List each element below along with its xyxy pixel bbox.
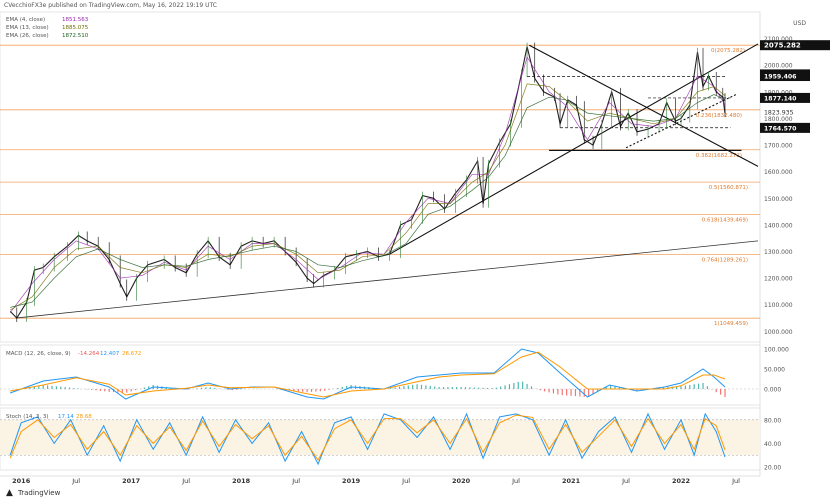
fib-label: 0.618(1439.469) — [702, 217, 748, 223]
legend-ema-value: 1872.510 — [62, 33, 89, 39]
price-tick-label: 1000.000 — [764, 329, 793, 336]
legend-ema-value: 1885.075 — [62, 25, 89, 31]
legend-ema-value: 1851.563 — [62, 17, 89, 23]
macd-tick-label: 50.000 — [764, 367, 785, 374]
legend-ema-label: EMA (13, close) — [6, 25, 49, 31]
stoch-tick-label: 40.00 — [764, 441, 781, 448]
macd-tick-label: 100.000 — [764, 347, 789, 354]
chart-window: CVecchioFX3e published on TradingView.co… — [0, 0, 830, 500]
time-tick-label: Jul — [731, 477, 740, 485]
time-tick-label: 2016 — [12, 477, 31, 485]
legend-macd-value: 26.672 — [122, 351, 141, 357]
time-tick-label: Jul — [511, 477, 520, 485]
fib-label: 1(1049.459) — [714, 321, 748, 327]
price-tick-label: 1100.000 — [764, 302, 793, 309]
price-level-label: 1877.140 — [764, 95, 797, 102]
legend-macd-value: -14.264 — [78, 351, 100, 357]
time-tick-label: 2021 — [562, 477, 581, 485]
fib-label: 0(2075.282) — [711, 48, 745, 54]
time-tick-label: Jul — [621, 477, 630, 485]
legend-ema-label: EMA (26, close) — [6, 33, 49, 39]
panels — [0, 11, 761, 477]
price-tick-label: 1300.000 — [764, 249, 793, 256]
fib-label: 0.5(1560.871) — [709, 185, 748, 191]
time-axis[interactable]: 2016 Jul 2017 Jul 2018 Jul 2019 Jul 2020 Jul 2021 J… — [12, 477, 740, 485]
price-level-label: 1959.406 — [764, 74, 797, 81]
stoch-tick-label: 80.00 — [764, 417, 781, 424]
time-tick-label: 2019 — [342, 477, 361, 485]
price-tick-label: 1700.000 — [764, 143, 793, 150]
time-tick-label: Jul — [401, 477, 410, 485]
tradingview-logo-icon[interactable]: ▲ — [6, 488, 13, 498]
price-tick-label: 1600.000 — [764, 169, 793, 176]
legend-macd-value: 12.407 — [100, 351, 120, 357]
price-level-label: 2075.282 — [764, 42, 801, 50]
price-axis[interactable]: 1000.000 1100.000 1200.000 1300.000 1400.000… — [760, 20, 830, 472]
time-tick-label: Jul — [71, 477, 80, 485]
price-tick-label: 1200.000 — [764, 276, 793, 283]
legend-stoch-label: Stoch (14, 3, 3) — [6, 414, 49, 420]
tradingview-brand[interactable]: TradingView — [18, 489, 60, 497]
time-tick-label: Jul — [181, 477, 190, 485]
time-tick-label: 2020 — [452, 477, 471, 485]
price-tick-label: 1500.000 — [764, 196, 793, 203]
chart-canvas[interactable]: 0(2075.282)0.236(1832.480)0.382(1682.272… — [0, 0, 830, 500]
currency-label: USD — [793, 20, 806, 27]
tradingview-footer: ▲ TradingView — [0, 486, 830, 500]
legend-macd-label: MACD (12, 26, close, 9) — [6, 351, 71, 357]
macd-tick-label: 0.000 — [764, 387, 781, 394]
fib-label: 0.764(1289.261) — [702, 257, 748, 263]
time-tick-label: 2022 — [672, 477, 690, 485]
price-level-text: 1823.935 — [764, 110, 794, 117]
time-tick-label: 2018 — [232, 477, 251, 485]
stoch-tick-label: 20.00 — [764, 465, 781, 472]
legend-stoch-value: 28.68 — [76, 414, 92, 420]
price-level-label: 1764.570 — [764, 125, 797, 132]
price-tick-label: 1400.000 — [764, 222, 793, 229]
price-tick-label: 1800.000 — [764, 116, 793, 123]
legend-stoch-value: 17.14 — [58, 414, 74, 420]
fib-label: 0.236(1832.480) — [696, 113, 742, 119]
legend-ema-label: EMA (4, close) — [6, 17, 45, 23]
price-tick-label: 2000.000 — [764, 63, 793, 70]
time-tick-label: Jul — [291, 477, 300, 485]
time-tick-label: 2017 — [122, 477, 140, 485]
price-pane — [0, 11, 761, 343]
